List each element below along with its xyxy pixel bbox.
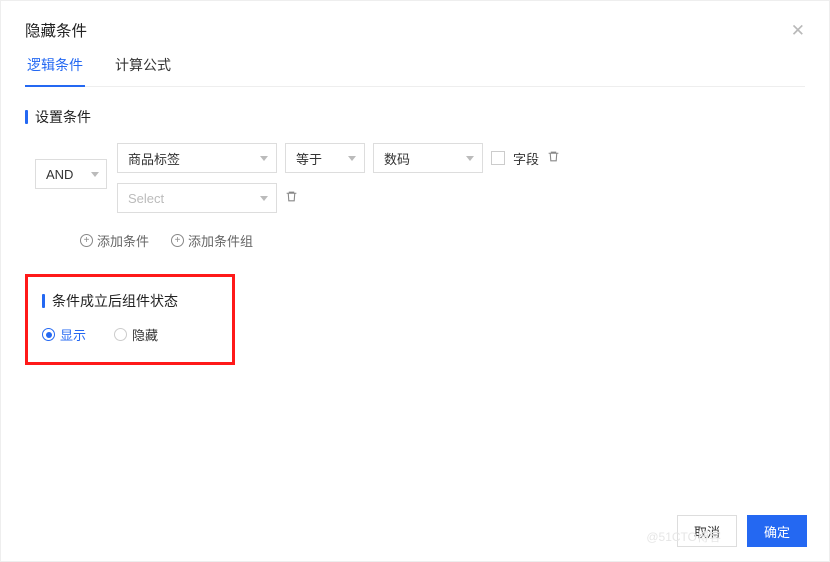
- radio-hide-label: 隐藏: [132, 325, 158, 344]
- condition-block: AND 商品标签 等于: [35, 143, 805, 213]
- field-checkbox[interactable]: [491, 151, 505, 165]
- field-select[interactable]: Select: [117, 183, 277, 213]
- tab-logic-condition[interactable]: 逻辑条件: [25, 55, 85, 87]
- radio-dot-icon: [42, 328, 55, 341]
- logic-operator-label: AND: [46, 167, 73, 182]
- modal-title: 隐藏条件: [25, 19, 87, 41]
- tab-formula[interactable]: 计算公式: [113, 55, 173, 86]
- add-condition-button[interactable]: + 添加条件: [80, 231, 149, 250]
- tabs: 逻辑条件 计算公式: [25, 55, 805, 87]
- set-condition-section: 设置条件 AND 商品标签 等于: [25, 107, 805, 250]
- radio-hide[interactable]: 隐藏: [114, 325, 158, 344]
- condition-actions: + 添加条件 + 添加条件组: [35, 231, 805, 250]
- add-condition-label: 添加条件: [97, 231, 149, 250]
- chevron-down-icon: [91, 172, 99, 177]
- component-state-section: 条件成立后组件状态 显示 隐藏: [25, 274, 235, 365]
- delete-icon[interactable]: [547, 150, 560, 166]
- section-title-state: 条件成立后组件状态: [42, 291, 218, 311]
- conditions-area: AND 商品标签 等于: [25, 143, 805, 250]
- radio-dot-icon: [114, 328, 127, 341]
- plus-circle-icon: +: [80, 234, 93, 247]
- plus-circle-icon: +: [171, 234, 184, 247]
- value-select-value: 数码: [384, 149, 410, 168]
- cancel-button[interactable]: 取消: [677, 515, 737, 547]
- operator-select[interactable]: 等于: [285, 143, 365, 173]
- modal-footer: 取消 确定: [677, 515, 807, 547]
- add-condition-group-label: 添加条件组: [188, 231, 253, 250]
- field-select[interactable]: 商品标签: [117, 143, 277, 173]
- chevron-down-icon: [260, 156, 268, 161]
- field-select-value: 商品标签: [128, 149, 180, 168]
- modal-header: 隐藏条件 ✕: [25, 19, 805, 41]
- radio-show-label: 显示: [60, 325, 86, 344]
- condition-row: Select: [117, 183, 560, 213]
- condition-row: 商品标签 等于 数码 字段: [117, 143, 560, 173]
- add-condition-group-button[interactable]: + 添加条件组: [171, 231, 253, 250]
- field-select-placeholder: Select: [128, 191, 164, 206]
- operator-select-value: 等于: [296, 149, 322, 168]
- modal-container: 隐藏条件 ✕ 逻辑条件 计算公式 设置条件 AND 商品标签: [1, 1, 829, 561]
- logic-operator-wrap: AND: [35, 143, 107, 189]
- field-checkbox-label: 字段: [513, 149, 539, 168]
- close-icon[interactable]: ✕: [791, 22, 805, 39]
- chevron-down-icon: [466, 156, 474, 161]
- logic-operator-select[interactable]: AND: [35, 159, 107, 189]
- condition-rows: 商品标签 等于 数码 字段: [117, 143, 560, 213]
- section-title-conditions: 设置条件: [25, 107, 805, 127]
- chevron-down-icon: [348, 156, 356, 161]
- radio-group-visibility: 显示 隐藏: [42, 325, 218, 344]
- value-select[interactable]: 数码: [373, 143, 483, 173]
- radio-show[interactable]: 显示: [42, 325, 86, 344]
- chevron-down-icon: [260, 196, 268, 201]
- delete-icon[interactable]: [285, 190, 298, 206]
- confirm-button[interactable]: 确定: [747, 515, 807, 547]
